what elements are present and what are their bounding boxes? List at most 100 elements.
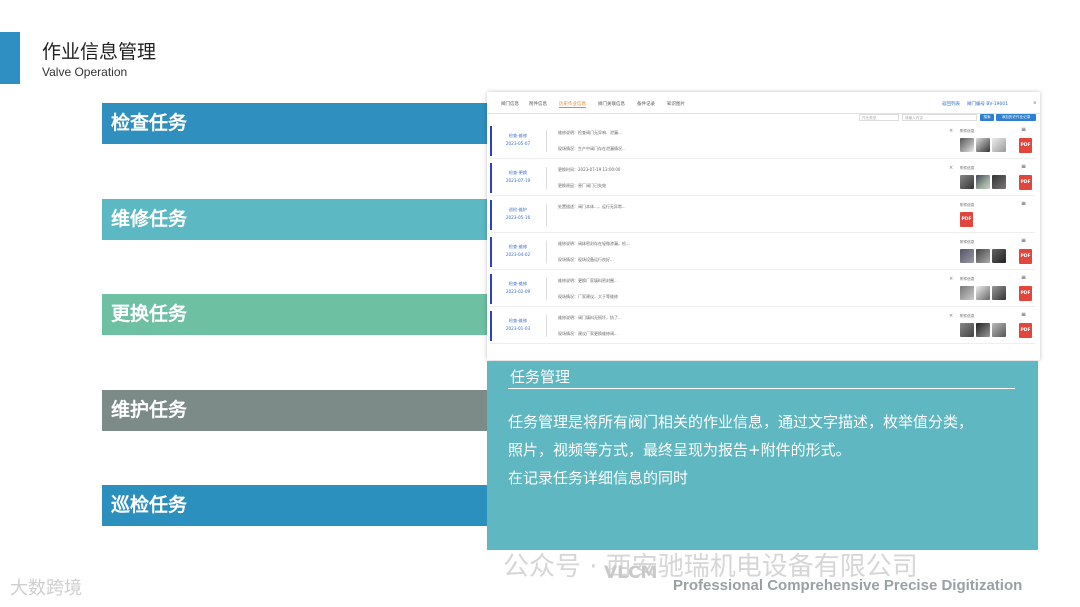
- photo-thumbnail[interactable]: [960, 175, 974, 189]
- row-accent: [490, 274, 492, 304]
- row-description: 维修说明：检查阀门无异响、泄漏...: [558, 130, 622, 135]
- close-icon[interactable]: ×: [949, 128, 953, 134]
- task-inspection-bar[interactable]: 检查任务: [102, 103, 494, 144]
- close-icon[interactable]: ×: [949, 165, 953, 171]
- row-date: 2023-02-09: [505, 289, 531, 294]
- description-line: 照片，视频等方式，最终呈现为报告+附件的形式。: [508, 441, 851, 459]
- tab-attachment-info[interactable]: 附件信息: [529, 101, 547, 107]
- attachment-label: 附件信息: [960, 240, 975, 244]
- task-maintenance-bar[interactable]: 维护任务: [102, 390, 494, 431]
- row-status: 检查-更换: [508, 170, 528, 175]
- tab-history[interactable]: 历史作业信息: [559, 101, 586, 108]
- history-row[interactable]: 巡检-维护 2023-05-16 处置描述：阀门本体...，运行无异常... 附…: [490, 198, 1035, 233]
- description-divider: [508, 388, 1015, 389]
- vlcm-logo: VLCM: [604, 563, 658, 583]
- photo-thumbnail[interactable]: [960, 138, 974, 152]
- row-situation: 现场情况：现场设备运行良好...: [558, 257, 614, 262]
- photo-thumbnail[interactable]: [992, 323, 1006, 337]
- photo-thumbnail[interactable]: [992, 175, 1006, 189]
- close-icon[interactable]: ×: [949, 276, 953, 282]
- pdf-icon[interactable]: PDF: [1019, 323, 1032, 338]
- row-description: 维修说明：阀体密封存在轻微渗漏，检...: [558, 241, 630, 246]
- task-replace-bar[interactable]: 更换任务: [102, 294, 494, 335]
- valve-number-link[interactable]: 阀门编号 BV-19001: [967, 101, 1008, 107]
- add-record-button[interactable]: 添加历史作业记录: [996, 114, 1036, 121]
- app-screenshot: 阀门信息 附件信息 历史作业信息 阀门关联信息 备件记录 知识图片 返回列表 阀…: [487, 92, 1040, 360]
- tab-related[interactable]: 阀门关联信息: [598, 101, 625, 107]
- row-situation: 现场情况：厂家建议，大于等维修: [558, 294, 618, 299]
- photo-thumbnail[interactable]: [976, 138, 990, 152]
- menu-icon[interactable]: ≡: [1021, 311, 1026, 318]
- photo-thumbnail[interactable]: [976, 249, 990, 263]
- page-subtitle: Valve Operation: [42, 65, 128, 79]
- attachment-label: 附件信息: [960, 314, 975, 318]
- row-divider: [546, 241, 547, 263]
- row-accent: [490, 126, 492, 156]
- row-date: 2023-01-03: [505, 326, 531, 331]
- photo-thumbnail[interactable]: [992, 286, 1006, 300]
- row-date: 2023-04-02: [505, 252, 531, 257]
- description-title: 任务管理: [510, 368, 571, 386]
- row-description: 处置描述：阀门本体...，运行无异常...: [558, 204, 626, 209]
- photo-thumbnail[interactable]: [960, 323, 974, 337]
- history-row[interactable]: 检查-更换 2023-07-19 更换时间：2023-07-19 13:00:0…: [490, 161, 1035, 196]
- menu-icon[interactable]: ≡: [1021, 126, 1026, 133]
- photo-thumbnail[interactable]: [960, 249, 974, 263]
- row-situation: 现场情况：生产中阀门存在泄漏情况...: [558, 146, 626, 151]
- back-to-list-link[interactable]: 返回列表: [942, 101, 960, 107]
- row-situation: 更换原因：原厂阀门已失效: [558, 183, 606, 188]
- row-date: 2023-07-19: [505, 178, 531, 183]
- pdf-icon[interactable]: PDF: [1019, 175, 1032, 190]
- pdf-icon[interactable]: PDF: [1019, 249, 1032, 264]
- page-title: 作业信息管理: [42, 41, 157, 63]
- toolbar: 作业类型 请输入内容 搜索 添加历史作业记录: [487, 113, 1040, 123]
- search-button[interactable]: 搜索: [980, 114, 994, 121]
- row-status: 巡检-维护: [508, 207, 528, 212]
- row-date: 2023-05-16: [505, 215, 531, 220]
- history-row[interactable]: 检查-维修 2023-05-07 维修说明：检查阀门无异响、泄漏... 现场情况…: [490, 124, 1035, 159]
- history-row[interactable]: 检查-维修 2023-01-03 维修说明：阀门填料无损坏，执了... 现场情况…: [490, 309, 1035, 344]
- row-situation: 现场情况：建议厂家更换维修阀...: [558, 331, 618, 336]
- menu-icon[interactable]: ≡: [1021, 237, 1026, 244]
- pdf-icon[interactable]: PDF: [1019, 138, 1032, 153]
- task-patrol-bar[interactable]: 巡检任务: [102, 485, 494, 526]
- attachment-label: 附件信息: [960, 166, 975, 170]
- row-status: 检查-维修: [508, 244, 528, 249]
- row-status: 检查-维修: [508, 318, 528, 323]
- photo-thumbnail[interactable]: [976, 323, 990, 337]
- history-row[interactable]: 检查-维修 2023-04-02 维修说明：阀体密封存在轻微渗漏，检... 现场…: [490, 235, 1035, 270]
- photo-thumbnail[interactable]: [992, 249, 1006, 263]
- menu-icon[interactable]: ≡: [1021, 274, 1026, 281]
- photo-thumbnail[interactable]: [976, 175, 990, 189]
- row-accent: [490, 163, 492, 193]
- history-row[interactable]: 检查-维修 2023-02-09 维修说明：更换厂家填料密封圈... 现场情况：…: [490, 272, 1035, 307]
- attachment-label: 附件信息: [960, 129, 975, 133]
- row-description: 维修说明：更换厂家填料密封圈...: [558, 278, 618, 283]
- pdf-icon[interactable]: PDF: [960, 212, 973, 227]
- tab-valve-info[interactable]: 阀门信息: [501, 101, 519, 107]
- photo-thumbnail[interactable]: [976, 286, 990, 300]
- row-divider: [546, 130, 547, 152]
- pdf-icon[interactable]: PDF: [1019, 286, 1032, 301]
- row-description: 更换时间：2023-07-19 13:00:00: [558, 167, 621, 172]
- menu-icon[interactable]: ≡: [1021, 163, 1026, 170]
- description-panel: 任务管理 任务管理是将所有阀门相关的作业信息，通过文字描述，枚举值分类， 照片，…: [487, 361, 1038, 550]
- row-accent: [490, 311, 492, 341]
- task-repair-bar[interactable]: 维修任务: [102, 199, 494, 240]
- menu-icon[interactable]: ≡: [1021, 200, 1026, 207]
- row-description: 维修说明：阀门填料无损坏，执了...: [558, 315, 622, 320]
- row-divider: [546, 278, 547, 300]
- close-icon[interactable]: ×: [949, 313, 953, 319]
- tab-spare-parts[interactable]: 备件记录: [637, 101, 655, 107]
- row-status: 检查-维修: [508, 281, 528, 286]
- photo-thumbnail[interactable]: [992, 138, 1006, 152]
- tab-knowledge[interactable]: 知识图片: [667, 101, 685, 107]
- close-icon[interactable]: ×: [1033, 101, 1037, 106]
- photo-thumbnail[interactable]: [960, 286, 974, 300]
- row-status: 检查-维修: [508, 133, 528, 138]
- search-input[interactable]: 请输入内容: [902, 114, 977, 121]
- type-select[interactable]: 作业类型: [859, 114, 899, 121]
- attachment-label: 附件信息: [960, 203, 975, 207]
- row-date: 2023-05-07: [505, 141, 531, 146]
- tagline: Professional Comprehensive Precise Digit…: [673, 577, 1023, 594]
